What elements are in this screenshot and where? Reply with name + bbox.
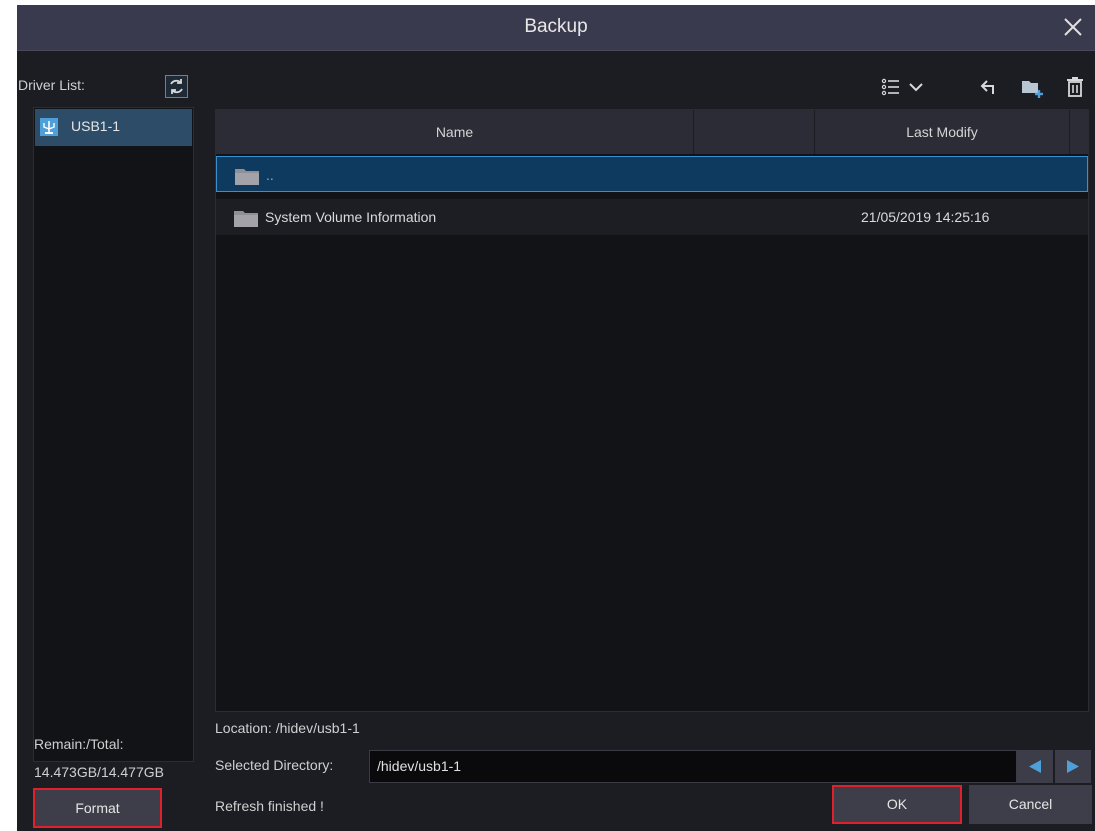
backup-dialog: Backup Driver List: USB1-1 Remain:/Total…: [17, 5, 1095, 831]
dialog-title: Backup: [524, 16, 588, 37]
column-header-blank[interactable]: [694, 110, 815, 154]
title-bar: Backup: [17, 5, 1095, 51]
row-last-modify: 21/05/2019 14:25:16: [861, 209, 990, 225]
previous-button[interactable]: [1017, 750, 1053, 783]
driver-item-label: USB1-1: [71, 118, 121, 134]
list-view-icon[interactable]: [881, 77, 901, 97]
row-name: ..: [266, 167, 274, 183]
delete-icon[interactable]: [1066, 77, 1084, 97]
selected-directory-label: Selected Directory:: [215, 757, 334, 773]
chevron-down-icon[interactable]: [908, 79, 924, 95]
driver-item-usb1-1[interactable]: USB1-1: [35, 109, 192, 146]
close-icon[interactable]: [1057, 11, 1089, 43]
column-header-last-modify[interactable]: Last Modify: [815, 110, 1070, 154]
refresh-icon[interactable]: [165, 75, 188, 98]
arrow-left-icon: [1029, 760, 1041, 773]
arrow-right-icon: [1067, 760, 1079, 773]
ok-button[interactable]: OK: [832, 785, 962, 824]
cancel-button[interactable]: Cancel: [969, 785, 1092, 824]
table-header: Name Last Modify: [216, 110, 1088, 154]
folder-icon: [235, 167, 259, 185]
usb-icon: [40, 118, 58, 136]
folder-icon: [234, 209, 258, 227]
location-text: Location: /hidev/usb1-1: [215, 720, 360, 736]
format-button[interactable]: Format: [33, 788, 162, 828]
column-header-name[interactable]: Name: [216, 110, 694, 154]
driver-list: USB1-1: [33, 107, 194, 762]
back-icon[interactable]: [980, 78, 998, 96]
file-list: Name Last Modify .. System Volume Inform…: [215, 109, 1089, 712]
next-button[interactable]: [1055, 750, 1091, 783]
row-name: System Volume Information: [265, 209, 437, 225]
table-row[interactable]: System Volume Information 21/05/2019 14:…: [216, 199, 1088, 235]
remain-total-label: Remain:/Total:: [34, 736, 124, 752]
new-folder-icon[interactable]: [1021, 77, 1043, 99]
status-message: Refresh finished !: [215, 798, 324, 814]
driver-panel: Driver List: USB1-1 Remain:/Total: 14.47…: [17, 50, 212, 831]
selected-directory-field[interactable]: /hidev/usb1-1: [369, 750, 1017, 783]
driver-list-label: Driver List:: [18, 77, 85, 93]
table-row[interactable]: ..: [216, 156, 1088, 192]
remain-total-value: 14.473GB/14.477GB: [34, 764, 164, 780]
